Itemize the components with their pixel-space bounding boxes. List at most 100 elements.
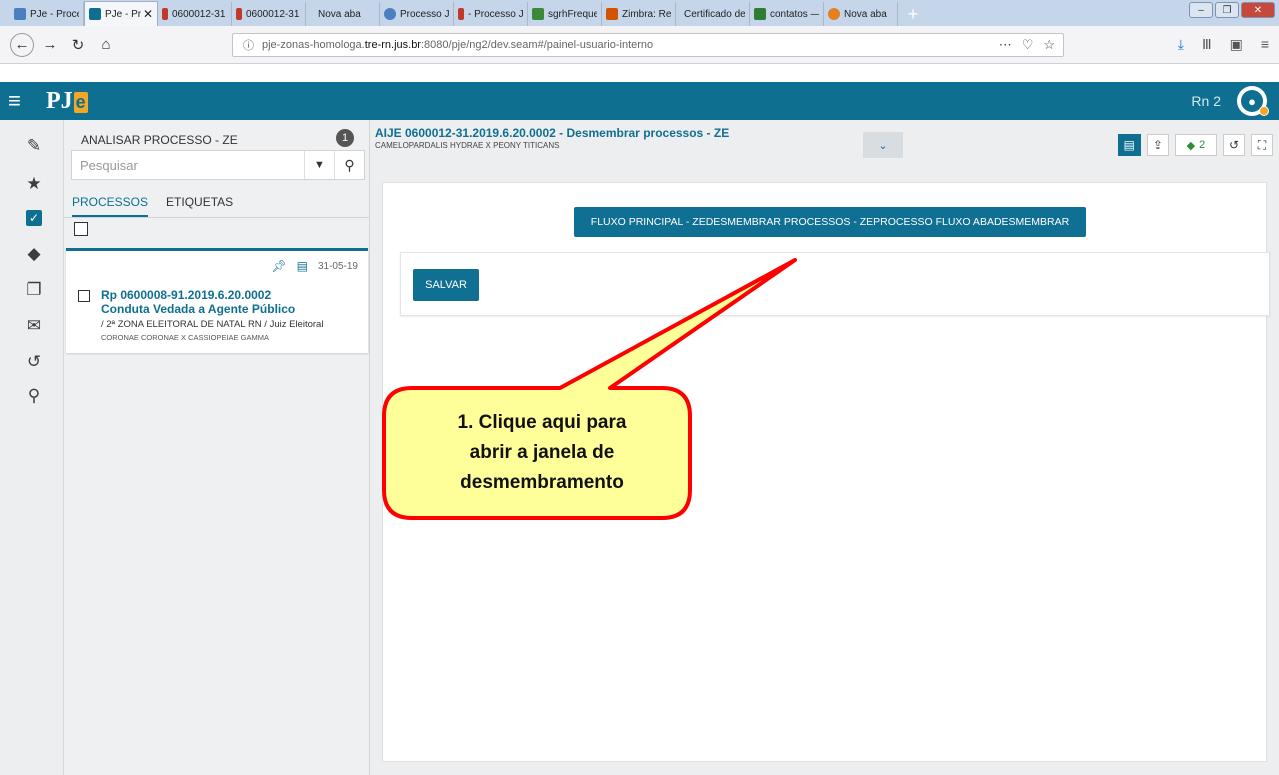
browser-tab[interactable]: - Processo J: [454, 2, 528, 26]
logo-e: e: [73, 91, 88, 113]
back-icon[interactable]: ←: [10, 32, 34, 57]
tab-title: 0600012-31: [172, 8, 226, 20]
callout-line-1: 1. Clique aqui para: [457, 412, 627, 433]
home-icon[interactable]: ⌂: [94, 33, 118, 57]
process-card[interactable]: 📌︎ ▤ 31-05-19 Rp 0600008-91.2019.6.20.00…: [66, 248, 368, 353]
download-icon[interactable]: ⤓: [1178, 36, 1184, 53]
browser-tab[interactable]: 0600012-31: [158, 2, 232, 26]
browser-tab[interactable]: sgrhFreque: [528, 2, 602, 26]
pin-icon[interactable]: 📌︎: [271, 259, 286, 273]
bookmark-star-icon[interactable]: ☆: [1043, 37, 1055, 53]
tab-title: PJe - Proces: [105, 8, 141, 20]
process-parties: CAMELOPARDALIS HYDRAE X PEONY TITICANS: [375, 141, 560, 150]
tab-favicon-icon: [754, 8, 766, 20]
browser-tab[interactable]: Nova aba: [306, 2, 380, 26]
card-topline: 📌︎ ▤ 31-05-19: [271, 259, 358, 273]
process-class[interactable]: Conduta Vedada a Agente Público: [101, 302, 295, 316]
tab-title: sgrhFreque: [548, 8, 597, 20]
close-window-icon[interactable]: ✕: [1241, 2, 1275, 18]
tags-icon[interactable]: ◆: [24, 244, 44, 264]
tab-favicon-icon: [236, 8, 242, 20]
card-date: 31-05-19: [317, 260, 358, 272]
callout-line-2: abrir a janela de: [469, 442, 615, 463]
minimize-icon[interactable]: –: [1189, 2, 1213, 18]
callout-text: 1. Clique aqui para abrir a janela de de…: [400, 408, 684, 498]
task-title: ANALISAR PROCESSO - ZE: [81, 133, 238, 147]
browser-tab[interactable]: contatos —: [750, 2, 824, 26]
search-button[interactable]: ⚲: [334, 151, 364, 179]
process-toolbar: ▤ ⇪ ◆ 2 ↺ ⛶: [1117, 134, 1273, 156]
browser-tab[interactable]: Zimbra: Res: [602, 2, 676, 26]
search-dropdown-icon[interactable]: ▼: [304, 151, 334, 179]
maximize-icon[interactable]: ❐: [1215, 2, 1239, 18]
left-icon-rail: ✎ ★ ✓ ◆ ❐ ✉ ↺ ⚲: [0, 120, 64, 775]
tab-etiquetas[interactable]: ETIQUETAS: [166, 195, 233, 217]
star-icon[interactable]: ★: [24, 174, 44, 194]
tag-icon: ◆: [1186, 139, 1196, 152]
tab-title: PJe - Proce: [30, 8, 79, 20]
flow-transition-button[interactable]: FLUXO PRINCIPAL - ZEDESMEMBRAR PROCESSOS…: [574, 207, 1086, 237]
tab-title: - Processo J: [468, 8, 523, 20]
process-title[interactable]: AIJE 0600012-31.2019.6.20.0002 - Desmemb…: [375, 126, 729, 140]
process-orgao: / 2ª ZONA ELEITORAL DE NATAL RN / Juiz E…: [101, 319, 324, 330]
tabs-divider: [64, 217, 370, 218]
copy-icon[interactable]: ❐: [24, 280, 44, 300]
tab-title: Nova aba: [318, 8, 361, 20]
process-partes: CORONAE CORONAE X CASSIOPEIAE GAMMA: [101, 333, 269, 342]
tab-processos[interactable]: PROCESSOS: [72, 195, 149, 217]
fullscreen-button[interactable]: ⛶: [1251, 134, 1273, 156]
url-host: tre-rn.jus.br: [364, 39, 421, 51]
page: PJe - Proce PJe - Proces✕ 0600012-31 060…: [0, 0, 1279, 775]
document-view-button[interactable]: ▤: [1117, 134, 1141, 156]
browser-tab[interactable]: Nova aba: [824, 2, 898, 26]
pencil-icon[interactable]: ✎: [24, 136, 44, 156]
library-icon[interactable]: Ⅲ: [1202, 36, 1212, 53]
user-avatar[interactable]: ●: [1237, 86, 1269, 116]
browser-tab[interactable]: Processo Ju: [380, 2, 454, 26]
select-all-checkbox[interactable]: [74, 222, 88, 236]
history-icon[interactable]: ↺: [24, 352, 44, 372]
tab-favicon-icon: [14, 8, 26, 20]
close-tab-icon[interactable]: ✕: [143, 7, 153, 21]
forward-icon[interactable]: →: [38, 33, 62, 57]
browser-tab[interactable]: 0600012-31: [232, 2, 306, 26]
tab-title: 0600012-31: [246, 8, 300, 20]
new-tab-button[interactable]: +: [898, 2, 928, 26]
search-icon[interactable]: ⚲: [24, 386, 44, 406]
tab-favicon-icon: [458, 8, 464, 20]
process-list-panel: ANALISAR PROCESSO - ZE 1 ▼ ⚲ PROCESSOS E…: [64, 120, 370, 775]
process-number-link[interactable]: Rp 0600008-91.2019.6.20.0002: [101, 288, 271, 302]
url-prefix: pje-zonas-homologa.: [262, 39, 365, 51]
search-input[interactable]: [72, 151, 304, 179]
process-header: AIJE 0600012-31.2019.6.20.0002 - Desmemb…: [370, 120, 1279, 158]
pje-logo[interactable]: PJ e: [46, 88, 88, 115]
browser-tab[interactable]: Certificado de P: [676, 2, 750, 26]
page-actions-icon[interactable]: ⋯: [999, 37, 1012, 53]
save-button[interactable]: SALVAR: [413, 269, 479, 301]
tab-favicon-icon: [384, 8, 396, 20]
logo-text: PJ: [46, 87, 73, 114]
expand-details-chevron-icon[interactable]: ⌄: [863, 132, 903, 158]
browser-tab[interactable]: PJe - Proce: [10, 2, 84, 26]
menu-icon[interactable]: ≡: [1261, 36, 1269, 53]
share-button[interactable]: ⇪: [1146, 134, 1169, 156]
reload-icon[interactable]: ↻: [66, 33, 90, 57]
sidebar-icon[interactable]: ▣: [1230, 36, 1243, 53]
tab-title: Nova aba: [844, 8, 887, 20]
url-bar[interactable]: ⓘ pje-zonas-homologa. tre-rn.jus.br:8080/…: [232, 33, 1064, 57]
card-checkbox[interactable]: [78, 290, 90, 302]
document-icon[interactable]: ▤: [297, 259, 308, 273]
tags-button[interactable]: ◆ 2: [1174, 134, 1217, 156]
browser-tab-active[interactable]: PJe - Proces✕: [84, 1, 158, 26]
user-label: Rn 2: [1191, 93, 1221, 109]
envelope-icon[interactable]: ✉: [24, 316, 44, 336]
url-path: :8080/pje/ng2/dev.seam#/painel-usuario-i…: [420, 39, 654, 51]
hamburger-menu-icon[interactable]: ≡: [8, 88, 30, 114]
site-info-icon[interactable]: ⓘ: [243, 37, 254, 53]
tab-title: Zimbra: Res: [622, 8, 671, 20]
history-button[interactable]: ↺: [1222, 134, 1245, 156]
window-controls: – ❐ ✕: [1189, 2, 1275, 18]
app-header: ≡ PJ e Rn 2 ●: [0, 82, 1279, 120]
pocket-icon[interactable]: ♡: [1022, 37, 1034, 53]
checkbox-icon[interactable]: ✓: [26, 210, 42, 226]
